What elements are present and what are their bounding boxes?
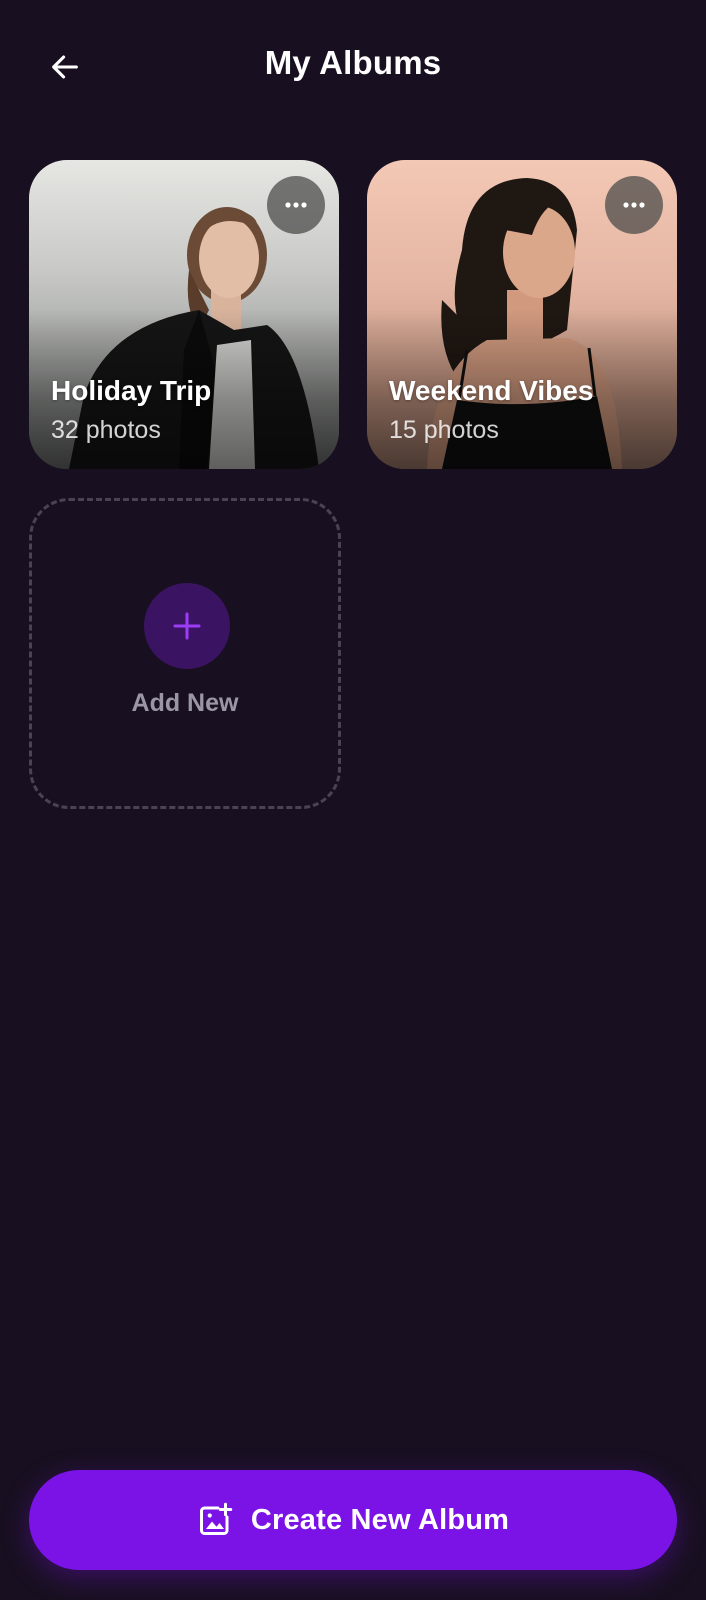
plus-icon bbox=[173, 612, 201, 640]
create-new-album-label: Create New Album bbox=[250, 1503, 510, 1536]
album-card-weekend-vibes[interactable]: Weekend Vibes 15 photos bbox=[367, 160, 677, 469]
album-menu-button[interactable] bbox=[605, 176, 663, 234]
album-title: Holiday Trip bbox=[51, 375, 212, 406]
page-title: My Albums bbox=[264, 44, 442, 81]
add-photo-icon bbox=[197, 1502, 233, 1538]
top-bar: My Albums bbox=[0, 0, 706, 130]
album-card-holiday-trip[interactable]: Holiday Trip 32 photos bbox=[29, 160, 339, 469]
more-horizontal-icon bbox=[285, 202, 307, 208]
create-new-album-button[interactable]: Create New Album bbox=[29, 1470, 677, 1570]
add-new-label: Add New bbox=[131, 689, 239, 717]
album-photo-count: 15 photos bbox=[389, 416, 499, 444]
add-button-circle bbox=[144, 583, 230, 669]
add-new-album-card[interactable]: Add New bbox=[29, 498, 341, 809]
album-menu-button[interactable] bbox=[267, 176, 325, 234]
albums-screen: My Albums Holiday Trip 32 photos Weekend… bbox=[0, 0, 706, 1600]
more-horizontal-icon bbox=[623, 202, 645, 208]
album-photo-count: 32 photos bbox=[51, 416, 161, 444]
album-title: Weekend Vibes bbox=[389, 375, 594, 406]
